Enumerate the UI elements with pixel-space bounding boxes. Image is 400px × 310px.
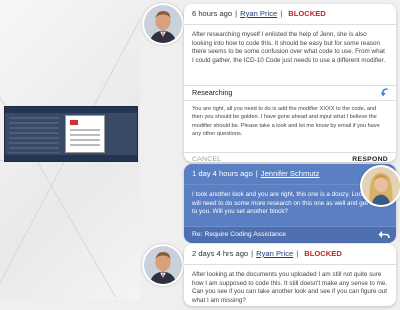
message-text: After looking at the documents you uploa… — [192, 271, 388, 305]
author-link[interactable]: Jennifer Schmutz — [261, 169, 320, 178]
author-link[interactable]: Ryan Price — [240, 9, 277, 18]
person-photo-icon — [362, 167, 400, 205]
timestamp: 2 days 4 hrs ago — [192, 249, 249, 258]
status-badge: BLOCKED — [288, 9, 326, 18]
person-photo-icon — [144, 5, 182, 43]
status-row[interactable]: Researching — [184, 85, 396, 100]
timestamp: 1 day 4 hours ago — [192, 169, 253, 178]
app-screenshot-thumbnail — [4, 106, 138, 162]
message-header: 2 days 4 hrs ago | Ryan Price | BLOCKED — [184, 244, 396, 265]
status-badge: BLOCKED — [304, 249, 342, 258]
person-photo-icon — [144, 246, 182, 284]
avatar-jennifer-schmutz[interactable] — [360, 165, 400, 207]
message-card: 2 days 4 hrs ago | Ryan Price | BLOCKED Afte… — [184, 244, 396, 306]
background-panel — [0, 0, 140, 300]
message-text: After researching myself I enlisted the … — [192, 31, 386, 65]
timestamp: 6 hours ago — [192, 9, 233, 18]
message-thread: 6 hours ago | Ryan Price | BLOCKED After res… — [140, 0, 400, 306]
subject-bar[interactable]: Re: Require Coding Assistance — [184, 226, 396, 243]
curved-arrow-down-icon[interactable] — [380, 88, 390, 98]
reply-text-area[interactable]: You are right, all you need to do is add… — [184, 100, 396, 152]
avatar-ryan-price[interactable] — [142, 244, 184, 286]
message-header: 6 hours ago | Ryan Price | BLOCKED — [184, 4, 396, 25]
reply-arrow-icon[interactable] — [378, 230, 390, 240]
status-label: Researching — [192, 88, 233, 97]
avatar-ryan-price[interactable] — [142, 3, 184, 45]
message-card: 6 hours ago | Ryan Price | BLOCKED After res… — [184, 4, 396, 163]
author-link[interactable]: Ryan Price — [256, 249, 293, 258]
subject-label: Re: Require Coding Assistance — [192, 231, 287, 238]
